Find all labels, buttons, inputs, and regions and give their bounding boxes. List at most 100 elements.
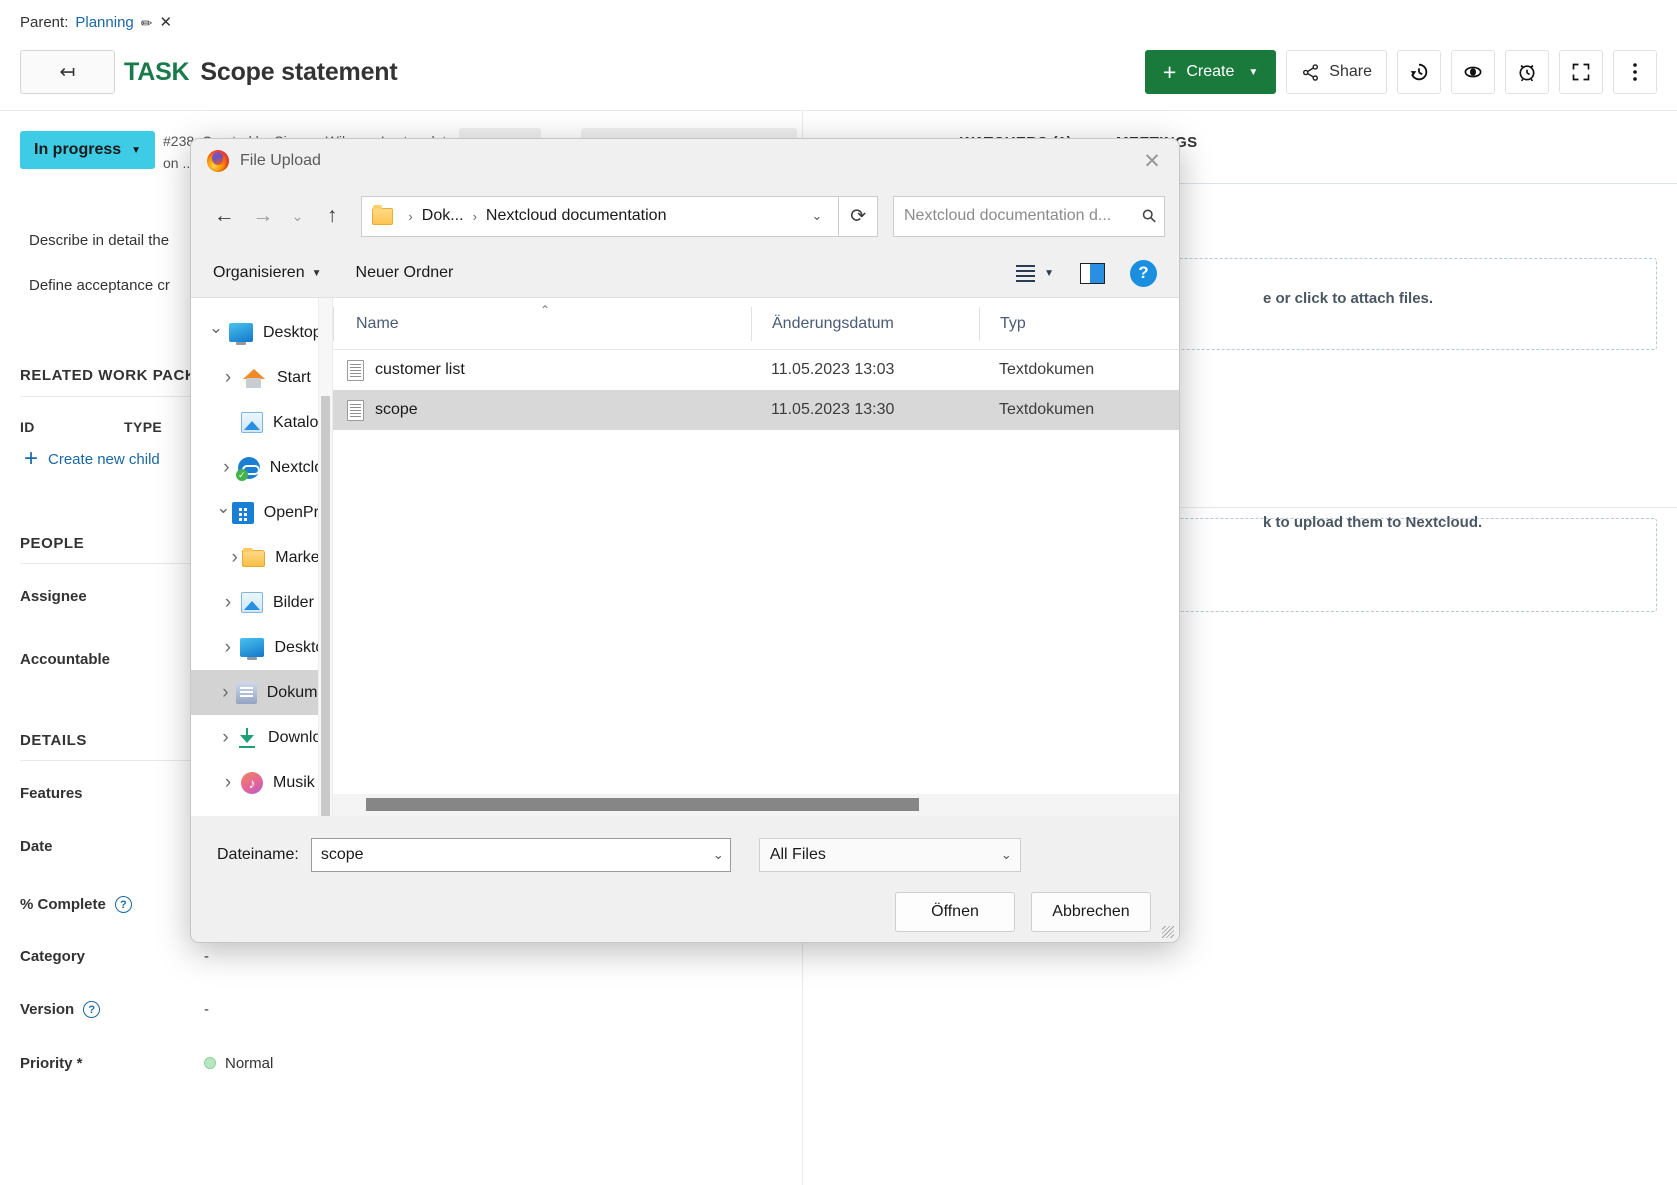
chevron-right-icon[interactable] xyxy=(215,772,241,794)
more-button[interactable] xyxy=(1613,50,1657,94)
chevron-down-icon: ▼ xyxy=(1248,67,1258,78)
header-divider xyxy=(0,110,1677,111)
file-modified: 11.05.2023 13:30 xyxy=(751,401,979,419)
file-name-cell: customer list xyxy=(333,360,751,381)
recent-locations-chevron-down-icon[interactable]: ⌄ xyxy=(282,196,313,236)
tree-item-bilder[interactable]: Bilder xyxy=(191,580,332,625)
chevron-down-icon: ▼ xyxy=(312,268,322,279)
monitor-icon xyxy=(240,638,264,657)
create-button[interactable]: + Create ▼ xyxy=(1145,50,1276,94)
breadcrumb-segment-2[interactable]: Nextcloud documentation xyxy=(486,207,667,225)
field-label: Features xyxy=(20,785,83,802)
watch-button[interactable] xyxy=(1451,50,1495,94)
chevron-down-icon[interactable]: ⌄ xyxy=(802,208,833,224)
file-row[interactable]: scope11.05.2023 13:30Textdokumen xyxy=(333,390,1179,430)
address-breadcrumb-bar[interactable]: › Dok... › Nextcloud documentation ⌄ xyxy=(361,196,839,237)
fullscreen-button[interactable] xyxy=(1559,50,1603,94)
fullscreen-icon xyxy=(1571,62,1591,82)
arrow-left-icon[interactable]: ← xyxy=(205,196,244,236)
back-button[interactable]: ↤ xyxy=(20,50,115,94)
plus-icon: + xyxy=(24,447,38,471)
chevron-down-icon[interactable]: ⌄ xyxy=(713,847,724,863)
sort-ascending-icon: ⌃ xyxy=(540,303,550,317)
reminder-button[interactable] xyxy=(1505,50,1549,94)
organize-button[interactable]: Organisieren ▼ xyxy=(213,264,322,282)
open-button[interactable]: Öffnen xyxy=(895,892,1015,932)
create-new-child-link[interactable]: + Create new child xyxy=(24,447,160,471)
page-title: TASKScope statement xyxy=(124,58,397,87)
tree-item-marketing-ma[interactable]: Marketing Ma xyxy=(191,535,332,580)
attachment-dropzone-text: e or click to attach files. xyxy=(1263,290,1433,307)
status-badge[interactable]: In progress ▼ xyxy=(20,131,155,169)
chevron-right-icon[interactable] xyxy=(227,547,242,569)
share-button[interactable]: Share xyxy=(1286,50,1387,94)
create-label: Create xyxy=(1186,63,1234,81)
breadcrumb-separator: › xyxy=(408,209,412,224)
tree-item-downloads[interactable]: Downloads xyxy=(191,715,332,760)
page-toolbar: + Create ▼ Share xyxy=(1145,50,1657,94)
chevron-right-icon[interactable] xyxy=(215,727,236,749)
tree-item-nextcloud[interactable]: Nextcloud xyxy=(191,445,332,490)
pencil-icon[interactable]: ✏ xyxy=(141,16,153,30)
chevron-down-icon[interactable] xyxy=(203,323,229,343)
close-icon[interactable]: ✕ xyxy=(160,15,173,30)
tree-item-start[interactable]: Start xyxy=(191,355,332,400)
tree-item-musik[interactable]: Musik xyxy=(191,760,332,805)
refresh-icon[interactable]: ⟳ xyxy=(839,196,878,237)
parent-link[interactable]: Planning xyxy=(75,14,133,31)
arrow-right-icon[interactable]: → xyxy=(244,196,283,236)
filename-input[interactable]: scope ⌄ xyxy=(311,838,731,872)
activity-history-icon xyxy=(1408,61,1430,83)
folder-icon xyxy=(242,550,265,567)
arrow-up-icon[interactable]: ↑ xyxy=(313,196,352,236)
nextcloud-icon xyxy=(238,457,260,479)
dialog-titlebar[interactable]: File Upload ✕ xyxy=(191,139,1179,183)
file-name-cell: scope xyxy=(333,400,751,421)
new-folder-label: Neuer Ordner xyxy=(356,264,454,282)
tree-item-videos[interactable]: Videos xyxy=(191,805,332,816)
tree-scrollbar-thumb[interactable] xyxy=(321,396,330,816)
navigation-tree: DesktopStartKatalogNextcloudOpenProject … xyxy=(191,298,332,816)
file-type: Textdokumen xyxy=(979,401,1179,419)
filename-label: Dateiname: xyxy=(217,846,299,864)
resize-grip[interactable] xyxy=(1162,926,1174,938)
help-icon[interactable]: ? xyxy=(1130,260,1157,287)
help-icon[interactable]: ? xyxy=(83,1001,100,1018)
tree-item-openproject-g[interactable]: OpenProject G xyxy=(191,490,332,535)
tree-item-katalog[interactable]: Katalog xyxy=(191,400,332,445)
column-header-modified[interactable]: Änderungsdatum xyxy=(751,307,979,341)
field-priority-value[interactable]: Normal xyxy=(204,1055,273,1072)
chevron-right-icon[interactable] xyxy=(215,367,241,389)
field-category: Category xyxy=(20,948,85,965)
list-view-icon[interactable] xyxy=(1016,265,1035,282)
chevron-right-icon[interactable] xyxy=(215,592,241,614)
activity-button[interactable] xyxy=(1397,50,1441,94)
cancel-button[interactable]: Abbrechen xyxy=(1031,892,1151,932)
breadcrumb-segment-1[interactable]: Dok... xyxy=(422,207,464,225)
help-icon[interactable]: ? xyxy=(115,896,132,913)
tree-item-desktop[interactable]: Desktop xyxy=(191,310,332,355)
preview-pane-icon[interactable] xyxy=(1080,263,1105,284)
chevron-right-icon[interactable] xyxy=(215,457,238,479)
tree-item-dokumente[interactable]: Dokumente xyxy=(191,670,332,715)
organize-label: Organisieren xyxy=(213,264,305,282)
field-version-value[interactable]: - xyxy=(204,1001,209,1018)
column-header-type[interactable]: Typ xyxy=(979,307,1179,341)
chevron-right-icon[interactable] xyxy=(215,637,240,659)
pictures-icon xyxy=(241,592,263,613)
new-folder-button[interactable]: Neuer Ordner xyxy=(356,264,454,282)
tree-scrollbar[interactable] xyxy=(318,298,332,816)
filetype-select[interactable]: All Files ⌄ xyxy=(759,838,1021,872)
chevron-down-icon[interactable] xyxy=(215,503,232,523)
chevron-right-icon[interactable] xyxy=(215,682,236,704)
field-assignee: Assignee xyxy=(20,588,87,605)
column-id: ID xyxy=(20,419,35,435)
search-input[interactable]: Nextcloud documentation d... ⚲ xyxy=(893,196,1165,237)
chevron-down-icon[interactable]: ▼ xyxy=(1044,268,1054,279)
horizontal-scrollbar-thumb[interactable] xyxy=(366,798,919,811)
tree-item-desktop[interactable]: Desktop xyxy=(191,625,332,670)
field-category-value[interactable]: - xyxy=(204,948,209,965)
file-row[interactable]: customer list11.05.2023 13:03Textdokumen xyxy=(333,350,1179,390)
close-icon[interactable]: ✕ xyxy=(1135,145,1169,177)
file-list-horizontal-scrollbar[interactable] xyxy=(333,794,1179,816)
